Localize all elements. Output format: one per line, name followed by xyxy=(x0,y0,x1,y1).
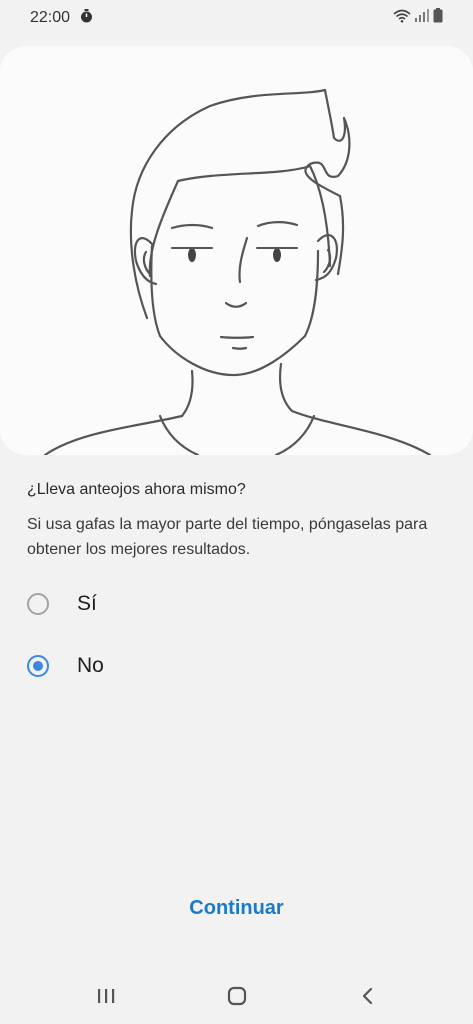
status-left: 22:00 xyxy=(30,8,93,28)
option-si[interactable]: Sí xyxy=(24,581,444,627)
battery-icon xyxy=(433,8,443,28)
cell-signal-icon xyxy=(415,9,429,27)
option-no-label: No xyxy=(77,654,104,677)
status-bar: 22:00 xyxy=(0,0,473,36)
face-illustration xyxy=(43,88,432,455)
back-icon xyxy=(362,987,372,1005)
option-no[interactable]: No xyxy=(24,643,444,689)
continue-button[interactable]: Continuar xyxy=(0,897,473,920)
navigation-bar xyxy=(0,968,473,1024)
home-button[interactable] xyxy=(217,976,257,1016)
recent-apps-button[interactable] xyxy=(86,976,126,1016)
option-si-label: Sí xyxy=(77,592,97,615)
status-right xyxy=(393,8,443,28)
radio-si[interactable] xyxy=(27,593,49,615)
status-time: 22:00 xyxy=(30,9,71,26)
back-button[interactable] xyxy=(348,976,388,1016)
face-illustration-card xyxy=(0,46,473,455)
description-text: Si usa gafas la mayor parte del tiempo, … xyxy=(27,516,428,558)
wifi-icon xyxy=(393,9,411,28)
question-text: ¿Lleva anteojos ahora mismo? xyxy=(27,481,246,498)
stopwatch-icon xyxy=(80,8,93,28)
home-icon xyxy=(227,986,246,1006)
recent-apps-icon xyxy=(97,989,114,1003)
radio-no[interactable] xyxy=(27,655,49,677)
